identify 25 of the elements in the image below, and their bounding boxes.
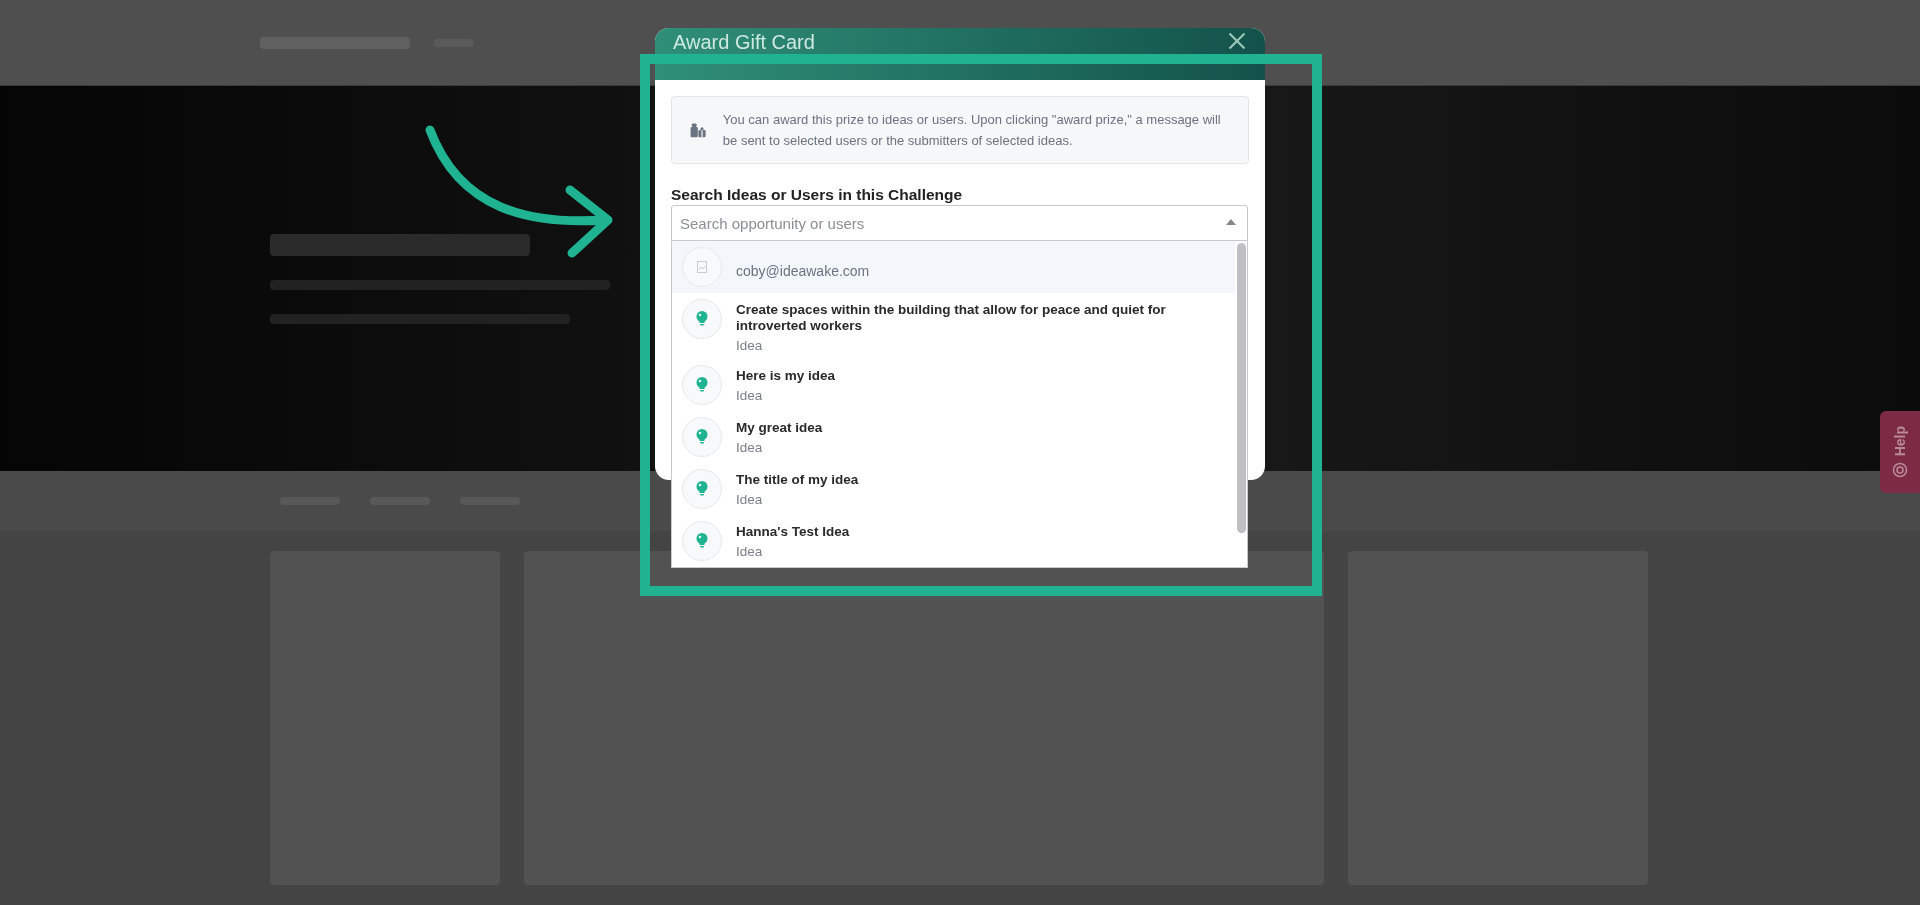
avatar-placeholder (682, 247, 722, 287)
lightbulb-icon (695, 428, 709, 446)
search-label: Search Ideas or Users in this Challenge (671, 186, 964, 204)
user-option[interactable]: coby@ideawake.com (672, 241, 1235, 293)
idea-title: Create spaces within the building that allow for peace and quiet for introverted workers (736, 302, 1167, 334)
idea-title: My great idea (736, 420, 823, 436)
idea-title: The title of my idea (736, 472, 859, 488)
idea-type: Idea (736, 388, 764, 403)
idea-title: Hanna's Test Idea (736, 524, 850, 540)
user-email: coby@ideawake.com (736, 262, 870, 279)
idea-type: Idea (736, 492, 764, 507)
search-field[interactable]: Search opportunity or users (671, 205, 1248, 241)
info-text: You can award this prize to ideas or users. Upon clicking "award prize," a message will be sent to selected users or the submitters of selected ideas. (722, 111, 1222, 150)
lightbulb-icon (695, 310, 709, 328)
lightbulb-icon (695, 532, 709, 550)
lightbulb-icon (695, 480, 709, 498)
idea-title: Here is my idea (736, 368, 836, 384)
dialog-title: Award Gift Card (673, 31, 815, 53)
scrollbar[interactable] (1237, 243, 1246, 533)
close-button[interactable] (1227, 31, 1247, 51)
idea-type: Idea (736, 338, 764, 353)
idea-type: Idea (736, 440, 764, 455)
lifebuoy-icon (1892, 462, 1908, 479)
lightbulb-icon (695, 376, 709, 394)
idea-type: Idea (736, 544, 764, 559)
